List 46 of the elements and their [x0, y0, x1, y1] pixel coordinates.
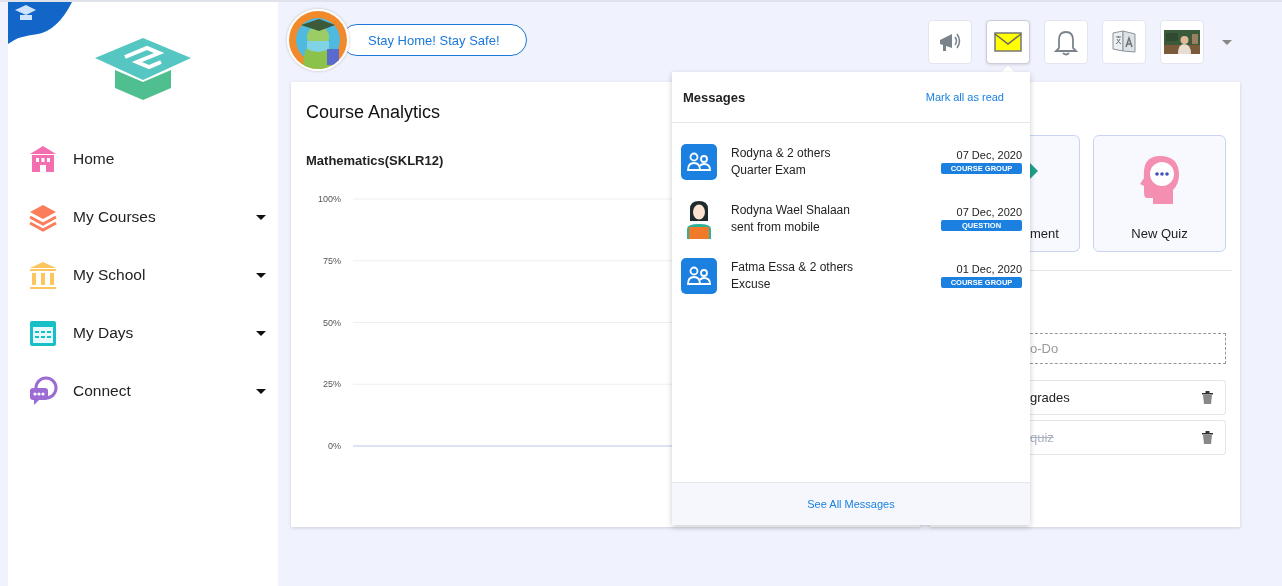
dropdown-title: Messages [683, 89, 746, 105]
quick-action-tile[interactable]: ment [1030, 135, 1080, 252]
building-icon [28, 144, 58, 174]
nav-item[interactable]: Connect [8, 362, 278, 420]
envelope-icon [994, 32, 1022, 52]
group-icon [681, 257, 717, 294]
nav-item[interactable]: My School [8, 246, 278, 304]
quick-action-tile[interactable]: New Quiz [1093, 135, 1226, 252]
message-date: 01 Dec, 2020 [956, 263, 1022, 275]
group-icon [681, 143, 717, 180]
message-sender: Fatma Essa & 2 others [731, 260, 855, 274]
card-title: Course Analytics [306, 102, 442, 123]
message-subject: sent from mobile [731, 220, 821, 234]
bell-icon [1053, 28, 1079, 56]
nav-item[interactable]: Home [8, 130, 278, 188]
caret-icon[interactable] [1222, 39, 1232, 45]
course-name: Mathematics(SKLR12) [306, 153, 444, 168]
nav-item[interactable]: My Courses [8, 188, 278, 246]
todo-text: grades [1030, 390, 1070, 405]
toolbar-button[interactable] [1160, 20, 1204, 64]
axis-label: 75% [323, 255, 341, 266]
trash-icon[interactable] [1202, 391, 1213, 404]
mark-all-read-link[interactable]: Mark all as read [925, 91, 1004, 103]
axis-label: 50% [323, 317, 341, 328]
message-sender: Rodyna & 2 others [731, 146, 832, 160]
todo-text: quiz [1030, 430, 1054, 445]
chat-icon [28, 376, 58, 406]
see-all-link[interactable]: See All Messages [807, 498, 895, 510]
books-icon [28, 202, 58, 232]
axis-label: 25% [323, 379, 341, 390]
message-subject: Quarter Exam [731, 163, 807, 177]
corner-logo-icon [8, 2, 72, 44]
translate-icon [1110, 28, 1138, 56]
triangle-icon [1030, 163, 1038, 179]
axis-label: 0% [328, 441, 341, 451]
calendar-icon [28, 318, 58, 348]
todo-input-field[interactable]: o-Do [1030, 333, 1226, 364]
columns-icon [28, 260, 58, 290]
trash-icon[interactable] [1202, 431, 1213, 444]
logo-icon [95, 38, 191, 100]
message-sender: Rodyna Wael Shalaan [731, 203, 851, 217]
message-date: 07 Dec, 2020 [956, 206, 1022, 218]
nav-item[interactable]: My Days [8, 304, 278, 362]
message-subject: Excuse [731, 277, 772, 291]
message-date: 07 Dec, 2020 [956, 149, 1022, 161]
axis-label: 100% [317, 194, 341, 204]
